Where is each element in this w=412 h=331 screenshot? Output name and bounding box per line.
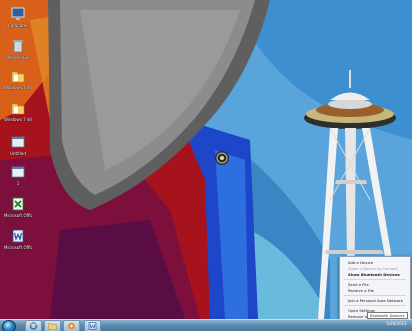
folder-icon (11, 103, 25, 115)
desktop-icon-label: 1 (16, 181, 20, 186)
desktop-icon-1[interactable]: 1 (4, 164, 32, 186)
taskbar-button-internet-explorer[interactable] (25, 320, 42, 331)
menu-item-send-file[interactable]: Send a File (348, 282, 369, 287)
recycle-bin-icon (13, 40, 23, 53)
bluetooth-context-menu: Add a Device Allow a Device to Connect S… (339, 256, 411, 320)
desktop-icon-untitled[interactable]: Untitled (4, 134, 32, 156)
tooltip: Bluetooth Devices (367, 312, 408, 319)
window-icon (11, 166, 25, 178)
taskbar-button-file-explorer[interactable] (44, 320, 61, 331)
taskbar-clock[interactable]: 5/26/2011 (383, 322, 410, 326)
taskbar-button-word[interactable] (84, 320, 101, 331)
computer-icon (11, 7, 25, 20)
desktop-icon-folder-2[interactable]: Windows 7 drive 64-b (4, 100, 32, 122)
desktop-icon-label: Microsoft Office Wo... (4, 245, 32, 250)
desktop-icon-recycle-bin[interactable]: Recycle Bin (4, 38, 32, 60)
excel-icon (12, 197, 24, 211)
menu-item-receive-file[interactable]: Receive a File (348, 288, 374, 293)
menu-item-add-device[interactable]: Add a Device (348, 260, 373, 265)
menu-separator (344, 305, 406, 306)
window-icon (11, 136, 25, 148)
word-icon (88, 322, 97, 330)
folder-icon (11, 71, 25, 83)
menu-item-show-bluetooth-devices[interactable]: Show Bluetooth Devices (348, 272, 400, 277)
desktop: Computer Recycle Bin Windows 7 drive 64-… (0, 0, 412, 331)
word-icon (12, 229, 24, 243)
taskbar (0, 319, 412, 331)
desktop-icon-computer[interactable]: Computer (4, 6, 32, 28)
taskbar-button-media-player[interactable] (63, 320, 80, 331)
menu-item-allow-device-connect[interactable]: Allow a Device to Connect (348, 266, 398, 271)
internet-explorer-icon (29, 322, 38, 330)
desktop-icon-label: Microsoft Office Exc... (4, 213, 32, 218)
start-button[interactable] (2, 320, 16, 331)
menu-separator (344, 295, 406, 296)
desktop-icon-label: Windows 7 drive 64-b (4, 85, 32, 90)
desktop-icon-excel[interactable]: Microsoft Office Exc... (4, 196, 32, 218)
media-player-icon (68, 322, 75, 330)
menu-separator (344, 279, 406, 280)
desktop-icon-label: Recycle Bin (6, 55, 30, 60)
file-explorer-icon (48, 323, 57, 330)
desktop-icon-label: Computer (8, 23, 28, 28)
desktop-icon-folder-1[interactable]: Windows 7 drive 64-b (4, 68, 32, 90)
desktop-icon-label: Windows 7 drive 64-b (4, 117, 32, 122)
menu-item-join-pan[interactable]: Join a Personal Area Network (348, 298, 403, 303)
desktop-icon-word[interactable]: Microsoft Office Wo... (4, 228, 32, 250)
desktop-icon-label: Untitled (10, 151, 26, 156)
